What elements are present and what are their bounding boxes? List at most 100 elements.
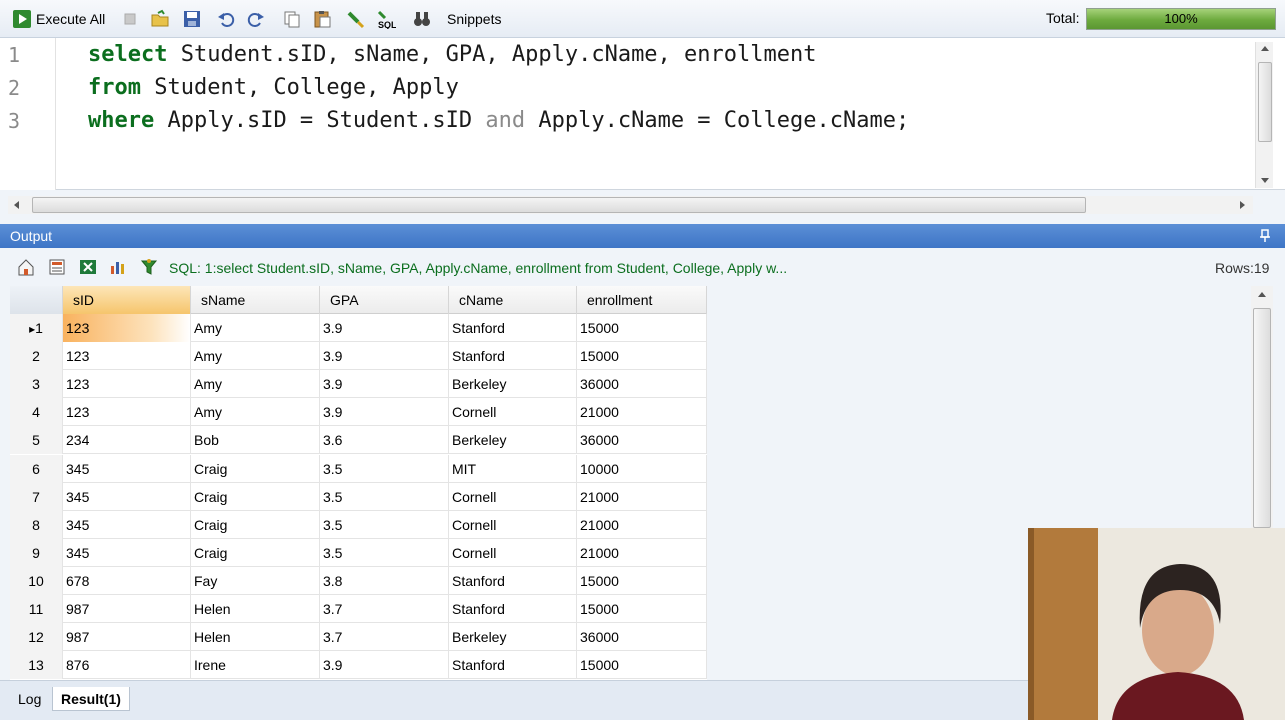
table-row[interactable]: 6 345 Craig 3.5 MIT 10000 bbox=[10, 454, 707, 483]
editor-horizontal-scroll-thumb[interactable] bbox=[32, 197, 1086, 213]
form-view-icon[interactable] bbox=[48, 258, 66, 276]
cell-sid[interactable]: 345 bbox=[63, 510, 191, 539]
cell-sname[interactable]: Amy bbox=[191, 370, 320, 399]
table-row[interactable]: 9 345 Craig 3.5 Cornell 21000 bbox=[10, 538, 707, 567]
row-number[interactable]: ▸1 bbox=[10, 314, 63, 342]
cell-sname[interactable]: Craig bbox=[191, 538, 320, 567]
table-row[interactable]: 10 678 Fay 3.8 Stanford 15000 bbox=[10, 566, 707, 595]
cell-gpa[interactable]: 3.9 bbox=[320, 370, 449, 399]
cell-enrollment[interactable]: 21000 bbox=[577, 510, 707, 539]
column-header-sid[interactable]: sID bbox=[63, 286, 191, 314]
cell-cname[interactable]: Cornell bbox=[449, 510, 577, 539]
row-number[interactable]: 11 bbox=[10, 595, 63, 623]
cell-gpa[interactable]: 3.9 bbox=[320, 314, 449, 342]
grid-vertical-scrollbar[interactable] bbox=[1251, 286, 1273, 528]
cell-gpa[interactable]: 3.5 bbox=[320, 510, 449, 539]
cell-sid[interactable]: 987 bbox=[63, 595, 191, 623]
format-button[interactable] bbox=[346, 8, 366, 30]
editor-vertical-scrollbar[interactable] bbox=[1255, 42, 1273, 188]
pin-icon[interactable] bbox=[1258, 229, 1272, 243]
row-number[interactable]: 4 bbox=[10, 398, 63, 427]
redo-button[interactable] bbox=[246, 8, 266, 30]
column-header-enrollment[interactable]: enrollment bbox=[577, 286, 707, 314]
row-number[interactable]: 12 bbox=[10, 623, 63, 652]
row-number[interactable]: 10 bbox=[10, 566, 63, 595]
cell-sid[interactable]: 123 bbox=[63, 314, 191, 342]
editor-horizontal-scrollbar[interactable] bbox=[8, 196, 1253, 214]
cell-enrollment[interactable]: 10000 bbox=[577, 454, 707, 483]
copy-button[interactable] bbox=[282, 8, 302, 30]
table-row[interactable]: 11 987 Helen 3.7 Stanford 15000 bbox=[10, 595, 707, 623]
scroll-down-icon[interactable] bbox=[1261, 178, 1269, 183]
editor-vertical-scroll-thumb[interactable] bbox=[1258, 62, 1272, 142]
cell-sname[interactable]: Bob bbox=[191, 426, 320, 455]
cell-cname[interactable]: Cornell bbox=[449, 398, 577, 427]
table-row[interactable]: 4 123 Amy 3.9 Cornell 21000 bbox=[10, 398, 707, 427]
cell-sname[interactable]: Fay bbox=[191, 566, 320, 595]
row-number[interactable]: 5 bbox=[10, 426, 63, 455]
cell-gpa[interactable]: 3.5 bbox=[320, 454, 449, 483]
cell-sid[interactable]: 234 bbox=[63, 426, 191, 455]
scroll-up-icon[interactable] bbox=[1261, 46, 1269, 51]
snippets-button[interactable]: Snippets bbox=[412, 8, 501, 30]
cell-sid[interactable]: 345 bbox=[63, 482, 191, 511]
cell-gpa[interactable]: 3.7 bbox=[320, 623, 449, 652]
cell-cname[interactable]: Berkeley bbox=[449, 370, 577, 399]
cell-sid[interactable]: 876 bbox=[63, 651, 191, 680]
cell-sname[interactable]: Helen bbox=[191, 623, 320, 652]
cell-enrollment[interactable]: 21000 bbox=[577, 398, 707, 427]
table-row[interactable]: 13 876 Irene 3.9 Stanford 15000 bbox=[10, 651, 707, 680]
row-number[interactable]: 7 bbox=[10, 482, 63, 511]
stop-button[interactable] bbox=[120, 8, 140, 30]
code-line[interactable]: from Student, College, Apply bbox=[88, 75, 459, 100]
cell-gpa[interactable]: 3.9 bbox=[320, 651, 449, 680]
grid-vertical-scroll-thumb[interactable] bbox=[1253, 308, 1271, 528]
table-row[interactable]: 7 345 Craig 3.5 Cornell 21000 bbox=[10, 482, 707, 511]
cell-enrollment[interactable]: 15000 bbox=[577, 595, 707, 623]
cell-enrollment[interactable]: 15000 bbox=[577, 342, 707, 371]
grid-corner[interactable] bbox=[10, 286, 63, 314]
cell-sid[interactable]: 345 bbox=[63, 538, 191, 567]
chart-icon[interactable] bbox=[109, 258, 127, 276]
cell-cname[interactable]: Berkeley bbox=[449, 623, 577, 652]
cell-sid[interactable]: 123 bbox=[63, 370, 191, 399]
table-row[interactable]: 2 123 Amy 3.9 Stanford 15000 bbox=[10, 342, 707, 371]
home-export-icon[interactable] bbox=[17, 258, 35, 276]
cell-sid[interactable]: 345 bbox=[63, 454, 191, 483]
row-number[interactable]: 13 bbox=[10, 651, 63, 680]
cell-sid[interactable]: 987 bbox=[63, 623, 191, 652]
open-button[interactable] bbox=[150, 8, 170, 30]
cell-gpa[interactable]: 3.9 bbox=[320, 398, 449, 427]
cell-enrollment[interactable]: 36000 bbox=[577, 370, 707, 399]
execute-all-button[interactable]: Execute All bbox=[12, 8, 105, 30]
code-line[interactable]: select Student.sID, sName, GPA, Apply.cN… bbox=[88, 42, 817, 67]
table-row[interactable]: 5 234 Bob 3.6 Berkeley 36000 bbox=[10, 426, 707, 455]
cell-cname[interactable]: Stanford bbox=[449, 651, 577, 680]
cell-sname[interactable]: Amy bbox=[191, 314, 320, 342]
filter-icon[interactable] bbox=[140, 258, 158, 276]
table-row[interactable]: 3 123 Amy 3.9 Berkeley 36000 bbox=[10, 370, 707, 399]
cell-sid[interactable]: 123 bbox=[63, 342, 191, 371]
cell-sname[interactable]: Amy bbox=[191, 342, 320, 371]
cell-cname[interactable]: Berkeley bbox=[449, 426, 577, 455]
cell-sname[interactable]: Craig bbox=[191, 454, 320, 483]
tab-log[interactable]: Log bbox=[10, 687, 49, 711]
row-number[interactable]: 8 bbox=[10, 510, 63, 539]
code-line[interactable]: where Apply.sID = Student.sID and Apply.… bbox=[88, 108, 909, 133]
cell-enrollment[interactable]: 36000 bbox=[577, 623, 707, 652]
cell-cname[interactable]: Stanford bbox=[449, 342, 577, 371]
row-number[interactable]: 3 bbox=[10, 370, 63, 399]
cell-enrollment[interactable]: 36000 bbox=[577, 426, 707, 455]
scroll-left-icon[interactable] bbox=[14, 201, 19, 209]
table-row[interactable]: 8 345 Craig 3.5 Cornell 21000 bbox=[10, 510, 707, 539]
cell-gpa[interactable]: 3.5 bbox=[320, 538, 449, 567]
paste-button[interactable] bbox=[312, 8, 332, 30]
table-row[interactable]: 12 987 Helen 3.7 Berkeley 36000 bbox=[10, 623, 707, 652]
cell-gpa[interactable]: 3.7 bbox=[320, 595, 449, 623]
cell-enrollment[interactable]: 21000 bbox=[577, 482, 707, 511]
cell-sname[interactable]: Craig bbox=[191, 510, 320, 539]
column-header-sname[interactable]: sName bbox=[191, 286, 320, 314]
cell-cname[interactable]: Stanford bbox=[449, 566, 577, 595]
cell-sid[interactable]: 123 bbox=[63, 398, 191, 427]
cell-sname[interactable]: Craig bbox=[191, 482, 320, 511]
